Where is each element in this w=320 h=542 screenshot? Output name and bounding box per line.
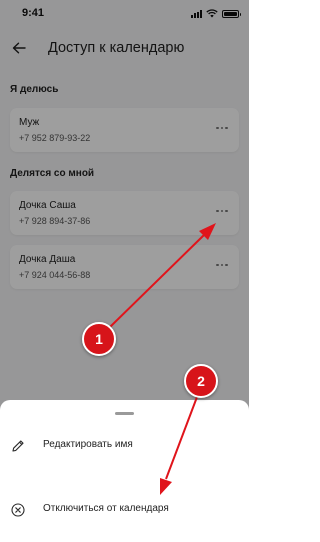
sheet-handle[interactable] bbox=[115, 412, 134, 415]
disconnect-calendar-label: Отключиться от календаря bbox=[43, 503, 169, 514]
bottom-sheet: Редактировать имя Отключиться от календа… bbox=[0, 400, 249, 542]
close-circle-icon bbox=[11, 503, 25, 517]
edit-name-label: Редактировать имя bbox=[43, 439, 133, 450]
edit-name-item[interactable]: Редактировать имя bbox=[0, 428, 249, 464]
annotation-badge-2: 2 bbox=[184, 364, 218, 398]
disconnect-calendar-item[interactable]: Отключиться от календаря bbox=[0, 492, 249, 528]
annotation-badge-1: 1 bbox=[82, 322, 116, 356]
pencil-icon bbox=[12, 440, 24, 452]
